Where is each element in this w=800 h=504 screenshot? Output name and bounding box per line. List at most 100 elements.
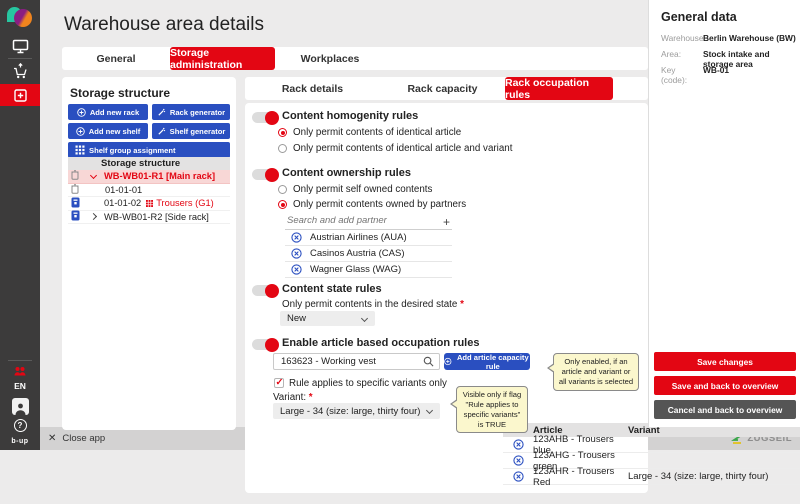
tab-rack-occupation-rules[interactable]: Rack occupation rules: [505, 77, 613, 100]
remove-rule-icon[interactable]: [513, 455, 524, 466]
avatar: [12, 398, 29, 415]
state-select[interactable]: New: [280, 311, 375, 326]
remove-rule-icon[interactable]: [513, 471, 524, 482]
homogeneity-opt1-label: Only permit contents of identical articl…: [293, 127, 461, 138]
main-tabbar: General Storage administration Workplace…: [62, 47, 648, 70]
rack-generator-button[interactable]: Rack generator: [152, 104, 230, 120]
tree-row-tag: Trousers (G1): [156, 198, 214, 208]
remove-partner-icon[interactable]: [291, 264, 302, 275]
shelf-generator-button[interactable]: Shelf generator: [152, 123, 230, 139]
toggle-knob: [265, 111, 279, 125]
bin-icon[interactable]: [71, 184, 79, 196]
article-rules-title: Enable article based occupation rules: [282, 337, 479, 349]
language-label: EN: [14, 381, 26, 391]
variant-select[interactable]: Large - 34 (size: large, thirty four): [273, 403, 440, 419]
note-variant-visibility: Visible only if flag "Rule applies to sp…: [456, 386, 528, 433]
sidebar-brand-label: b-up: [11, 438, 28, 445]
chevron-down-icon[interactable]: [90, 172, 97, 179]
person-icon: [14, 402, 27, 415]
homogeneity-radio-identical-article[interactable]: [278, 128, 287, 137]
user-profile[interactable]: [0, 397, 40, 415]
nav-item-partners[interactable]: [0, 364, 40, 378]
add-new-rack-button[interactable]: Add new rack: [68, 104, 148, 120]
add-new-shelf-label: Add new shelf: [89, 127, 140, 136]
article-rules-toggle[interactable]: [252, 339, 278, 350]
magic-wand-icon: [157, 127, 166, 136]
required-asterisk: *: [309, 392, 313, 403]
rules-tabbar: Rack details Rack capacity Rack occupati…: [245, 77, 648, 100]
remove-rule-icon[interactable]: [513, 439, 524, 450]
tab-storage-administration[interactable]: Storage administration: [170, 47, 275, 70]
shelf-group-assignment-button[interactable]: Shelf group assignment: [68, 142, 230, 158]
partner-row: Wagner Glass (WAG): [285, 262, 452, 278]
language-selector[interactable]: EN: [0, 380, 40, 392]
red-users-icon: [13, 366, 27, 377]
tree-row-label: WB-WB01-R2 [Side rack]: [104, 212, 209, 222]
tree-row-shelf-1[interactable]: 01-01-01: [68, 184, 230, 198]
article-search-input[interactable]: [274, 356, 423, 367]
row-icon-cell: [503, 439, 533, 450]
toggle-knob: [265, 284, 279, 298]
add-new-shelf-button[interactable]: Add new shelf: [68, 123, 148, 139]
tab-general[interactable]: General: [62, 47, 170, 70]
nav-item-warehouse-active[interactable]: [0, 84, 40, 106]
shelf-generator-label: Shelf generator: [170, 127, 226, 136]
ownership-opt1-label: Only permit self owned contents: [293, 184, 432, 195]
partner-search-input[interactable]: [285, 213, 452, 230]
ownership-radio-partners[interactable]: [278, 200, 287, 209]
save-changes-button[interactable]: Save changes: [654, 352, 796, 371]
magic-wand-icon: [157, 108, 166, 117]
remove-partner-icon[interactable]: [291, 248, 302, 259]
add-partner-icon[interactable]: +: [443, 217, 450, 227]
state-label: Only permit contents in the desired stat…: [282, 299, 464, 310]
nav-item-cart[interactable]: [0, 62, 40, 80]
tab-workplaces[interactable]: Workplaces: [275, 47, 385, 70]
save-and-back-button[interactable]: Save and back to overview: [654, 376, 796, 395]
homogeneity-opt2-label: Only permit contents of identical articl…: [293, 143, 512, 154]
help-icon: ?: [14, 419, 27, 432]
nav-item-monitor[interactable]: [0, 37, 40, 55]
tree-row-side-rack[interactable]: WB-WB01-R2 [Side rack]: [68, 211, 230, 225]
sidebar-divider: [8, 58, 32, 59]
field-value: WB-01: [703, 65, 729, 85]
chevron-right-icon[interactable]: [90, 213, 97, 220]
storage-box-icon: [13, 88, 28, 103]
ownership-radio-self-owned[interactable]: [278, 185, 287, 194]
homogeneity-toggle[interactable]: [252, 112, 278, 123]
app-logo-blob: [14, 9, 32, 27]
row-icon-cell: [503, 471, 533, 482]
toggle-knob: [265, 168, 279, 182]
tree-row-shelf-2[interactable]: 01-01-02 Trousers (G1): [68, 197, 230, 211]
partner-name: Austrian Airlines (AUA): [310, 232, 407, 243]
homogeneity-radio-article-and-variant[interactable]: [278, 144, 287, 153]
variant-label: Variant: *: [273, 392, 313, 403]
partner-name: Wagner Glass (WAG): [310, 264, 401, 275]
close-app-button[interactable]: ✕ Close app: [48, 433, 105, 444]
add-article-capacity-rule-button[interactable]: Add article capacity rule: [444, 353, 530, 370]
bin-icon-filled[interactable]: [71, 210, 79, 223]
tree-row-main-rack[interactable]: WB-WB01-R1 [Main rack]: [68, 170, 230, 184]
bin-icon[interactable]: [71, 170, 79, 182]
bin-icon-filled[interactable]: [71, 197, 79, 210]
remove-partner-icon[interactable]: [291, 232, 302, 243]
toggle-knob: [265, 338, 279, 352]
state-toggle[interactable]: [252, 285, 278, 296]
partner-row: Casinos Austria (CAS): [285, 246, 452, 262]
cancel-and-back-button[interactable]: Cancel and back to overview: [654, 400, 796, 419]
ownership-toggle[interactable]: [252, 169, 278, 180]
rack-occupation-rules-panel: Content homogenity rules Only permit con…: [245, 103, 648, 493]
cart-icon: [12, 63, 29, 80]
partner-row: Austrian Airlines (AUA): [285, 230, 452, 246]
field-label: Warehouse:: [661, 33, 703, 43]
article-search-field[interactable]: [273, 353, 440, 370]
sidebar-brand: b-up: [0, 435, 40, 447]
variants-only-checkbox[interactable]: [274, 378, 284, 388]
search-icon[interactable]: [423, 356, 434, 367]
help-button[interactable]: ?: [0, 418, 40, 432]
tab-rack-details[interactable]: Rack details: [260, 77, 365, 100]
variant-select-value: Large - 34 (size: large, thirty four): [280, 406, 420, 417]
left-nav-sidebar: EN ? b-up: [0, 0, 40, 450]
tree-row-label: WB-WB01-R1 [Main rack]: [104, 171, 215, 181]
tab-rack-capacity[interactable]: Rack capacity: [390, 77, 495, 100]
storage-panel-heading: Storage structure: [70, 86, 170, 100]
